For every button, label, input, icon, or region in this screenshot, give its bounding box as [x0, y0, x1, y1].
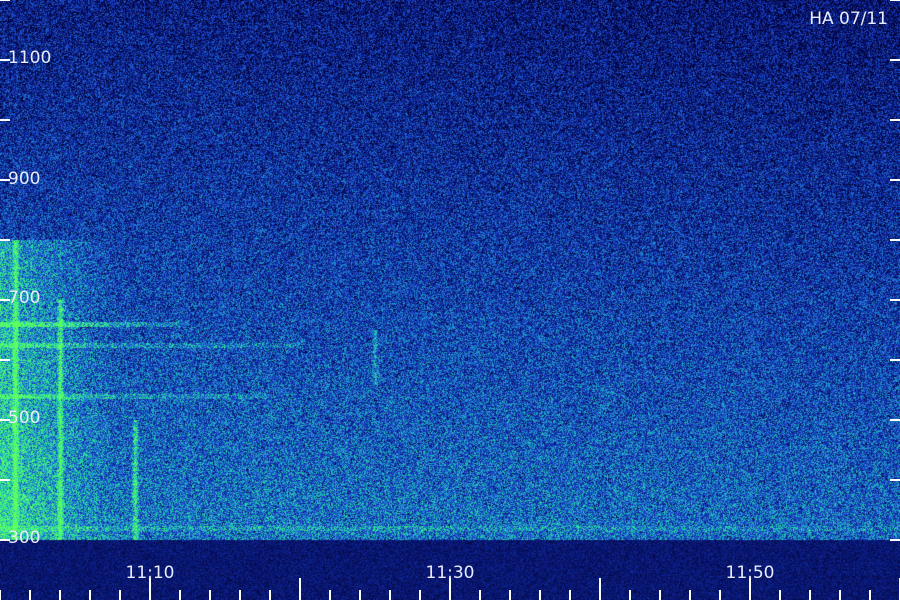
- x-tick-label-1130: 11:30: [426, 563, 475, 583]
- chart-overlay: HA 07/11 1100 900 700 500 300 11:10 11:3…: [0, 0, 900, 600]
- y-tick-label-1100: 1100: [8, 48, 51, 68]
- y-axis-ticks: [0, 0, 900, 541]
- y-tick-label-700: 700: [8, 288, 40, 308]
- x-tick-label-1110: 11:10: [126, 563, 175, 583]
- x-tick-label-1150: 11:50: [726, 563, 775, 583]
- y-tick-label-900: 900: [8, 169, 40, 189]
- y-tick-label-500: 500: [8, 408, 40, 428]
- chart-title: HA 07/11: [809, 9, 888, 29]
- y-tick-label-300: 300: [8, 528, 40, 548]
